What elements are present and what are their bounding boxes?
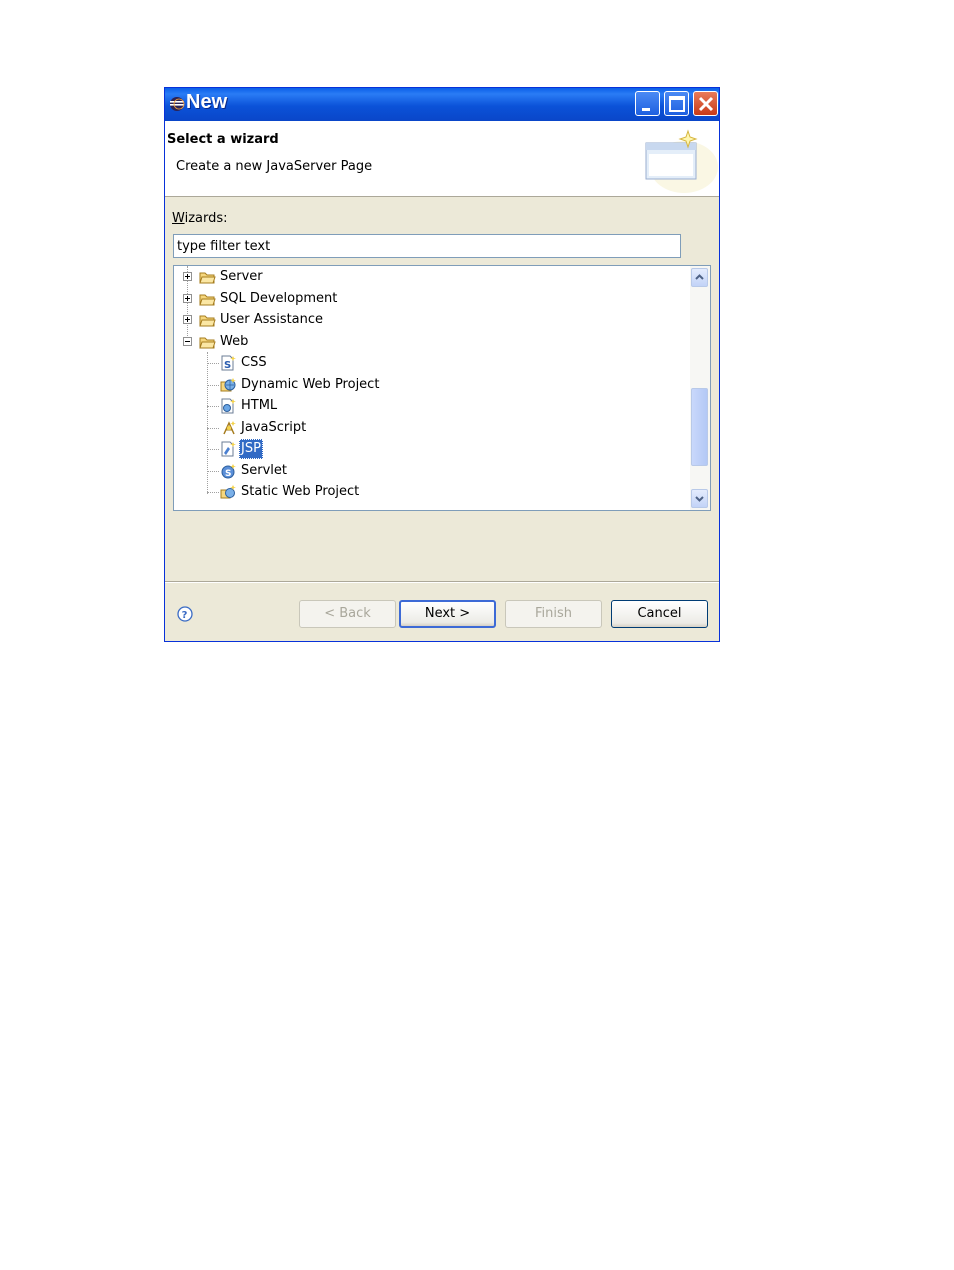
minimize-button[interactable] — [635, 91, 660, 116]
html-file-icon — [221, 398, 236, 414]
maximize-button[interactable] — [664, 91, 689, 116]
expand-icon[interactable] — [183, 315, 192, 324]
scroll-thumb[interactable] — [691, 388, 708, 466]
folder-icon — [199, 294, 216, 306]
tree-item-servlet[interactable]: S Servlet — [174, 461, 684, 481]
javascript-file-icon — [223, 421, 236, 435]
static-web-project-icon — [220, 485, 236, 499]
title-bar[interactable]: New — [165, 88, 719, 122]
back-button[interactable]: < Back — [299, 600, 396, 628]
wizard-banner: Select a wizard Create a new JavaServer … — [165, 121, 719, 197]
tree-item-label: SQL Development — [220, 291, 338, 306]
svg-text:S: S — [224, 360, 231, 371]
window-title: New — [186, 91, 228, 113]
tree-item-sql-development[interactable]: SQL Development — [174, 289, 684, 309]
tree-item-label: Web — [220, 334, 249, 349]
tree-item-css[interactable]: S CSS — [174, 353, 684, 373]
tree-item-label: JSP — [239, 439, 263, 459]
collapse-icon[interactable] — [183, 337, 192, 346]
banner-title: Select a wizard — [167, 132, 279, 147]
folder-open-icon — [199, 337, 216, 349]
tree-item-html[interactable]: HTML — [174, 396, 684, 416]
svg-text:?: ? — [182, 610, 188, 621]
jsp-file-icon — [221, 441, 236, 457]
tree-item-label: JavaScript — [241, 420, 307, 435]
help-icon[interactable]: ? — [177, 606, 193, 622]
tree-item-web[interactable]: Web — [174, 332, 684, 352]
eclipse-icon — [170, 97, 185, 111]
new-wizard-dialog: New Select a wizard Create a new JavaSer… — [164, 87, 720, 642]
tree-item-label: HTML — [241, 398, 278, 413]
scroll-down-button[interactable] — [691, 489, 708, 508]
wizards-label: Wizards: — [172, 211, 228, 226]
cancel-button[interactable]: Cancel — [611, 600, 708, 628]
chevron-down-icon — [695, 496, 704, 502]
vertical-scrollbar[interactable] — [690, 266, 710, 510]
wizard-tree[interactable]: Server SQL Development User Assistance W… — [173, 265, 711, 511]
tree-item-label: Static Web Project — [241, 484, 360, 499]
separator — [165, 581, 719, 583]
folder-icon — [199, 315, 216, 327]
tree-item-label: CSS — [241, 355, 267, 370]
tree-item-jsp[interactable]: JSP — [174, 439, 684, 459]
tree-item-label: Servlet — [241, 463, 287, 478]
tree-item-label: User Assistance — [220, 312, 324, 327]
folder-icon — [199, 272, 216, 284]
expand-icon[interactable] — [183, 272, 192, 281]
filter-input[interactable] — [173, 234, 681, 258]
banner-description: Create a new JavaServer Page — [176, 159, 373, 174]
tree-item-javascript[interactable]: JavaScript — [174, 418, 684, 438]
minimize-icon — [642, 108, 650, 111]
close-button[interactable] — [693, 91, 718, 116]
dynamic-web-project-icon — [220, 378, 236, 392]
css-file-icon: S — [221, 355, 236, 371]
next-button[interactable]: Next > — [399, 600, 496, 628]
tree-item-user-assistance[interactable]: User Assistance — [174, 310, 684, 330]
tree-item-label: Server — [220, 269, 263, 284]
svg-text:S: S — [225, 469, 231, 479]
expand-icon[interactable] — [183, 294, 192, 303]
tree-item-server[interactable]: Server — [174, 267, 684, 287]
servlet-icon: S — [221, 464, 236, 479]
finish-button[interactable]: Finish — [505, 600, 602, 628]
tree-item-static-web-project[interactable]: Static Web Project — [174, 482, 684, 502]
chevron-up-icon — [695, 274, 704, 280]
scroll-up-button[interactable] — [691, 268, 708, 287]
tree-item-dynamic-web-project[interactable]: Dynamic Web Project — [174, 375, 684, 395]
tree-item-label: Dynamic Web Project — [241, 377, 380, 392]
new-wizard-banner-icon — [645, 129, 718, 193]
close-icon — [698, 96, 714, 112]
maximize-icon — [669, 96, 685, 112]
